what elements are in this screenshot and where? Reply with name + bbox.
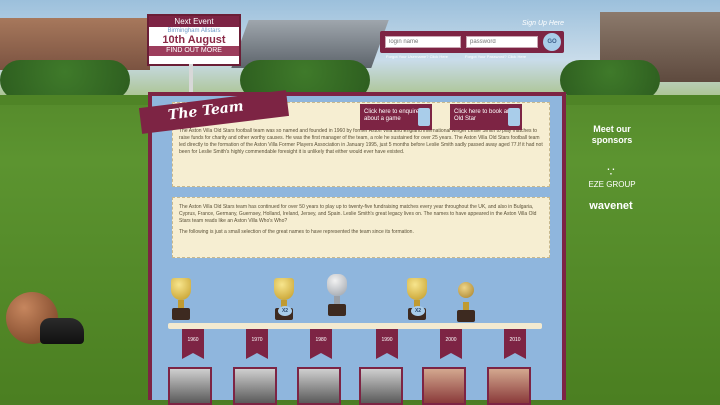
trophy-icon — [162, 276, 200, 322]
timeline-year-tag: 2010 — [504, 329, 526, 359]
selection-paragraph: The following is just a small selection … — [179, 229, 414, 235]
trophy-shelf — [168, 323, 542, 329]
super-cup-icon — [447, 278, 485, 324]
eze-group-logo[interactable]: EZE GROUP — [582, 180, 642, 189]
player-photo[interactable] — [233, 367, 277, 405]
timeline-year-tag: 1990 — [376, 329, 398, 359]
intro-paragraph: The Aston Villa Old Stars football team … — [179, 128, 543, 155]
enquire-game-button[interactable]: Click here to enquire about a game — [360, 104, 432, 130]
player-silhouette-icon — [508, 108, 520, 126]
trophy-icon: X2 — [398, 276, 436, 322]
next-event-sign: Next Event Birmingham Allstars 10th Augu… — [147, 14, 241, 66]
next-event-date: 10th August — [162, 34, 226, 46]
player-photo[interactable] — [297, 367, 341, 405]
timeline-year: 1990 — [381, 337, 393, 343]
history-paragraph: The Aston Villa Old Stars team has conti… — [179, 204, 537, 224]
eze-group-logo-icon: ∵ — [607, 165, 615, 179]
enquire-game-label: Click here to enquire about a game — [364, 109, 420, 122]
book-old-star-label: Click here to book an Old Star — [454, 109, 511, 122]
player-photo[interactable] — [487, 367, 531, 405]
trees-decoration — [0, 60, 130, 100]
european-cup-icon — [318, 272, 356, 318]
next-event-heading: Next Event — [149, 16, 239, 27]
timeline-year-tag: 1980 — [310, 329, 332, 359]
forgot-password-link[interactable]: Forgot Your Password? Click Here — [465, 54, 526, 59]
timeline-year: 1980 — [315, 337, 327, 343]
login-go-button[interactable]: GO — [543, 33, 561, 51]
timeline-year: 2000 — [445, 337, 457, 343]
history-text-box: The Aston Villa Old Stars team has conti… — [172, 197, 550, 258]
player-photo[interactable] — [359, 367, 403, 405]
timeline-year-tag: 1970 — [246, 329, 268, 359]
find-out-more-button[interactable]: FIND OUT MORE — [149, 46, 239, 56]
trophy-icon: X2 — [265, 276, 303, 322]
trophy-multiplier-badge: X2 — [278, 306, 292, 316]
player-photo[interactable] — [422, 367, 466, 405]
trees-decoration — [560, 60, 660, 100]
login-bar: GO — [380, 31, 564, 53]
timeline-year: 1960 — [187, 337, 199, 343]
password-input[interactable] — [466, 36, 538, 48]
trophy-multiplier-badge: X2 — [411, 306, 425, 316]
login-name-input[interactable] — [385, 36, 461, 48]
player-photo[interactable] — [168, 367, 212, 405]
wavenet-logo[interactable]: wavenet — [576, 200, 646, 212]
timeline-year-tag: 1960 — [182, 329, 204, 359]
timeline-year-tag: 2000 — [440, 329, 462, 359]
sponsors-heading: Meet our sponsors — [591, 124, 633, 145]
player-silhouette-icon — [418, 108, 430, 126]
timeline-year: 1970 — [251, 337, 263, 343]
book-old-star-button[interactable]: Click here to book an Old Star — [450, 104, 522, 130]
sign-up-link[interactable]: Sign Up Here — [522, 20, 564, 27]
football-boot-icon — [40, 318, 84, 344]
forgot-username-link[interactable]: Forgot Your Username? Click Here — [386, 54, 448, 59]
timeline-year: 2010 — [509, 337, 521, 343]
